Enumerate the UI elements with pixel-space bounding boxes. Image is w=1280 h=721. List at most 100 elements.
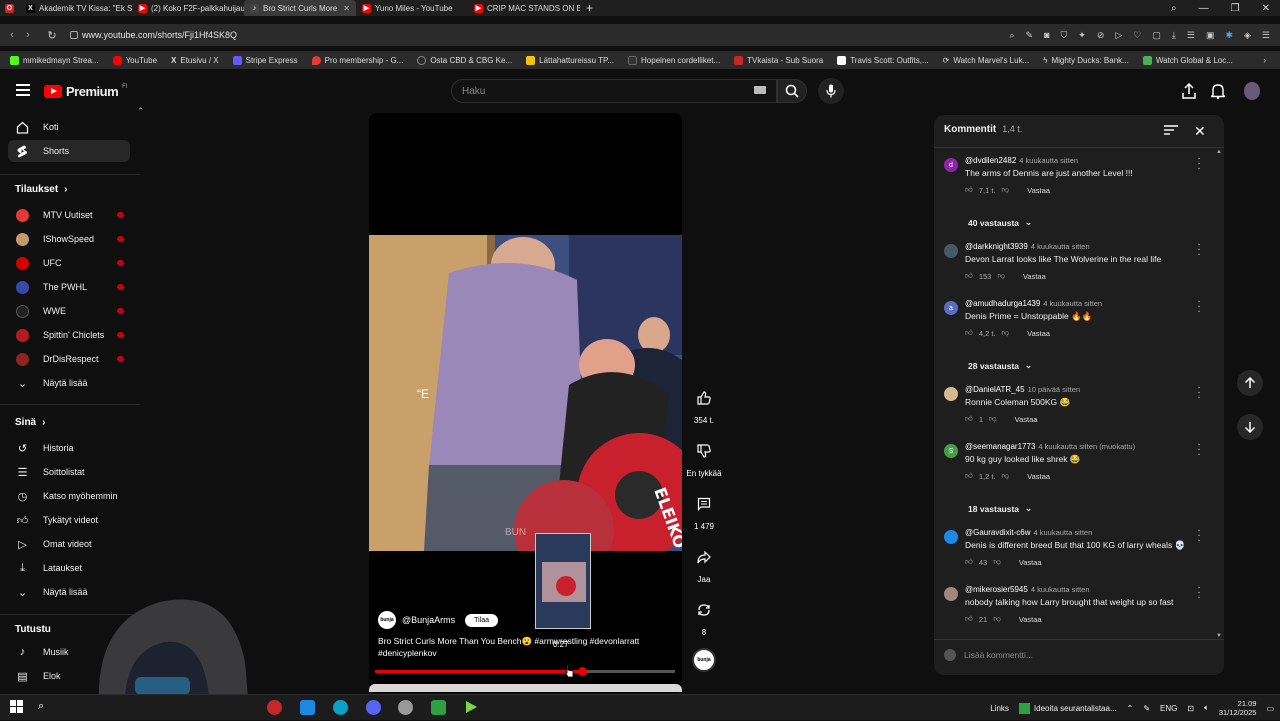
chevron-up-icon[interactable]: ⌃ [1127,704,1134,713]
edit-icon[interactable]: ✎ [1026,30,1034,41]
notifications-bell-icon[interactable] [1211,83,1225,99]
thumbs-up-icon[interactable]: 👍︎ [965,471,973,481]
youtube-logo[interactable]: Premium FI [44,84,127,99]
windows-start-icon[interactable] [10,700,25,715]
remix-button[interactable] [690,596,718,624]
opera-icon[interactable] [267,700,282,715]
pen-icon[interactable]: ✎ [1143,704,1150,713]
adblock-icon[interactable]: ⊘ [1097,30,1105,41]
account-avatar[interactable] [1244,82,1260,100]
comments-scrollbar[interactable]: ▲ ▼ [1216,149,1222,639]
thumbs-down-icon[interactable]: 👎︎ [993,614,1001,624]
heart-icon[interactable]: ♡ [1133,30,1141,41]
browser-tab[interactable]: ▶ Yuno Miles - YouTube [356,0,468,16]
comments-button[interactable] [690,490,718,518]
bookmark[interactable]: Pro membership - G... [311,55,403,65]
bookmark[interactable]: ϟ Mighty Ducks: Bank... [1043,56,1129,65]
dislike-button[interactable] [690,437,718,465]
like-button[interactable] [690,384,718,412]
close-window-icon[interactable]: ✕ [1262,3,1270,14]
thumbs-up-icon[interactable]: 👍︎ [965,414,973,424]
shorts-video-player[interactable]: ELEIKO “E BUN 0:27 bunja @BunjaArms Tila… [369,113,682,693]
subscription-item[interactable]: Spittin' Chiclets [8,325,130,345]
hamburger-menu-icon[interactable] [16,84,30,96]
menu-extra-icon[interactable]: ☰ [1262,30,1270,41]
edge-icon[interactable] [333,700,348,715]
thumbs-down-icon[interactable]: 👎︎ [997,271,1005,281]
more-options-icon[interactable]: · · · [1196,240,1202,260]
app-icon[interactable] [398,700,413,715]
reply-button[interactable]: Vastaa [1019,615,1042,624]
app-icon[interactable] [431,700,446,715]
sidebar-item-watch-later[interactable]: ◷ Katso myöhemmin [8,486,130,506]
reply-button[interactable]: Vastaa [1027,329,1050,338]
minimize-icon[interactable]: — [1199,3,1209,14]
play-icon[interactable]: ▷ [1115,30,1122,41]
reply-button[interactable]: Vastaa [1027,186,1050,195]
sidebar-item-playlists[interactable]: ☰ Soittolistat [8,462,130,482]
comment-author[interactable]: @mikerosier5945 [965,585,1028,594]
clock[interactable]: 21.09 31/12/2025 [1219,699,1257,717]
more-options-icon[interactable]: · · · [1196,526,1202,546]
reply-button[interactable]: Vastaa [1015,415,1038,424]
scroll-up-arrow-icon[interactable]: ▲ [1216,149,1222,155]
more-options-icon[interactable]: · · · [1196,440,1202,460]
comment-avatar[interactable]: d [944,158,958,172]
sidebar-item-history[interactable]: ↺ Historia [8,438,130,458]
cube-icon[interactable]: ◈ [1244,30,1251,41]
bookmark[interactable]: TVkaista - Sub Suora [734,55,823,65]
volume-icon[interactable]: 🔈︎ [1204,703,1209,713]
video-progress-bar[interactable] [375,667,675,676]
search-button[interactable] [777,79,807,103]
thumbs-down-icon[interactable]: 👎︎ [993,557,1001,567]
comment-author[interactable]: @dvdilen2482 [965,156,1016,165]
bookmark[interactable]: Watch Global & Loc... [1142,55,1233,65]
bookmark[interactable]: Osta CBD & CBG Ke... [417,55,512,65]
show-replies-button[interactable]: 28 vastausta ⌄ [968,360,1032,371]
show-replies-button[interactable]: 40 vastausta ⌄ [968,217,1032,228]
subscription-item[interactable]: DrDisRespect [8,349,130,369]
sidebar-item-your-videos[interactable]: ▷ Omat videot [8,534,130,554]
you-heading[interactable]: Sinä › [15,417,45,428]
channel-logo[interactable]: bunja [378,611,396,629]
search-tabs-icon[interactable]: ⌕ [1171,3,1177,14]
thumbs-up-icon[interactable]: 👍︎ [965,557,973,567]
channel-name[interactable]: @BunjaArms [402,615,455,625]
comment-avatar[interactable] [944,530,958,544]
app-icon[interactable] [300,700,315,715]
bookmark[interactable]: Stripe Express [232,55,298,65]
subscription-item[interactable]: IShowSpeed [8,229,130,249]
collapse-chevron-icon[interactable]: ⌃ [137,106,145,117]
subscription-item[interactable]: MTV Uutiset [8,205,130,225]
bookmark[interactable]: Hopeinen cordelliket... [628,55,720,65]
bookmark[interactable]: Lättahattureissu TP... [526,55,614,65]
sidebar-item-home[interactable]: Koti [8,116,130,138]
show-replies-button[interactable]: 18 vastausta ⌄ [968,503,1032,514]
show-more-subscriptions[interactable]: ⌄ Näytä lisää [8,373,130,393]
maximize-icon[interactable]: ❐ [1231,3,1240,14]
more-options-icon[interactable]: · · · [1196,383,1202,403]
comment-avatar[interactable] [944,244,958,258]
sidebar-item-liked-videos[interactable]: 👍︎ Tykätyt videot [8,510,130,530]
extension-icon[interactable]: ✦ [1078,30,1086,41]
comment-avatar[interactable] [944,387,958,401]
comment-author[interactable]: @Gauravdixit-c6w [965,528,1030,537]
thumbs-up-icon[interactable]: 👍︎ [965,328,973,338]
more-options-icon[interactable]: · · · [1196,154,1202,174]
upload-icon[interactable] [1182,83,1196,99]
language-indicator[interactable]: ENG [1160,704,1177,713]
share-button[interactable] [690,543,718,571]
subscription-item[interactable]: The PWHL [8,277,130,297]
reply-button[interactable]: Vastaa [1027,472,1050,481]
network-icon[interactable]: ⊡ [1187,704,1194,713]
menu-icon[interactable]: ☰ [1187,30,1195,41]
notifications-icon[interactable]: ▭ [1266,704,1274,713]
thumbs-down-icon[interactable]: 👎︎ [1002,185,1010,195]
video-title[interactable]: Bro Strict Curls More Than You Bench😮 #a… [378,635,658,659]
add-comment-input[interactable]: Lisää kommentti... [964,650,1033,660]
bookmark[interactable]: X Etusivu / X [171,56,219,65]
bookmark[interactable]: ⟳ Watch Marvel's Luk... [943,56,1030,65]
discord-icon[interactable] [366,700,381,715]
download-icon[interactable]: ⤓ [1172,30,1176,41]
subscriptions-heading[interactable]: Tilaukset › [15,184,68,195]
